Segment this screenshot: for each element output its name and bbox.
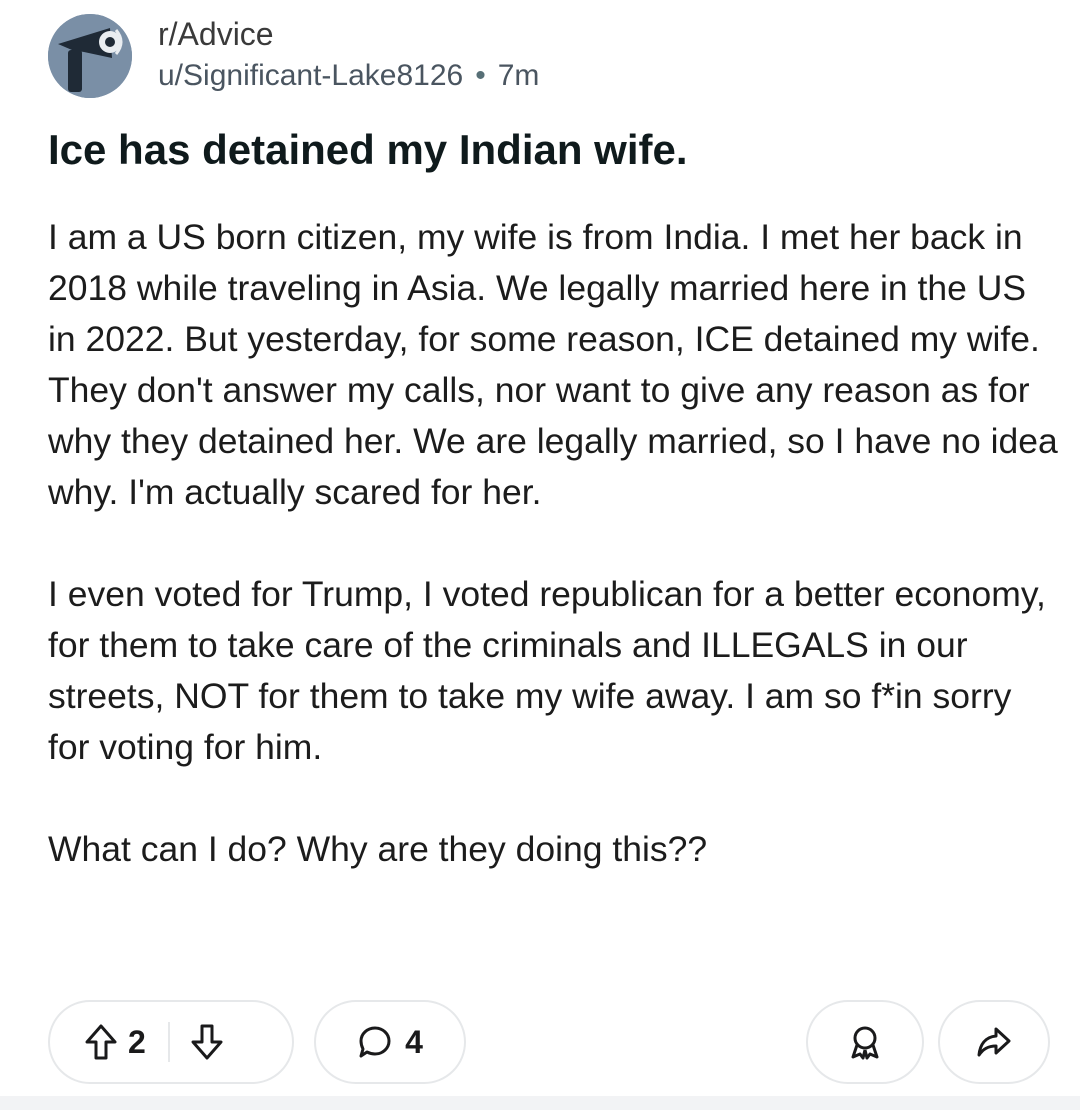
subreddit-avatar[interactable] xyxy=(48,14,132,98)
share-button[interactable] xyxy=(938,1000,1050,1084)
award-button[interactable] xyxy=(806,1000,924,1084)
action-bar: 2 4 xyxy=(0,1000,1080,1090)
comment-count: 4 xyxy=(405,1023,423,1060)
award-icon xyxy=(847,1024,883,1060)
subreddit-name[interactable]: r/Advice xyxy=(158,14,539,54)
bottom-divider xyxy=(0,1096,1080,1110)
post-meta: r/Advice u/Significant-Lake8126 • 7m xyxy=(158,14,539,96)
post-body: I am a US born citizen, my wife is from … xyxy=(48,212,1058,875)
author-name[interactable]: u/Significant-Lake8126 xyxy=(158,59,463,92)
comment-bubble-icon xyxy=(357,1024,393,1060)
post-paragraph: I even voted for Trump, I voted republic… xyxy=(48,574,1046,767)
post-paragraph: What can I do? Why are they doing this?? xyxy=(48,829,708,869)
meta-separator: • xyxy=(475,59,486,92)
post-title[interactable]: Ice has detained my Indian wife. xyxy=(48,118,1048,182)
upvote-count: 2 xyxy=(128,1023,146,1060)
vote-divider xyxy=(167,1022,170,1062)
post-age: 7m xyxy=(497,59,540,92)
comments-button[interactable]: 4 xyxy=(314,1000,466,1084)
author-line: u/Significant-Lake8126 • 7m xyxy=(158,56,539,96)
post-paragraph: I am a US born citizen, my wife is from … xyxy=(48,217,1058,512)
vote-control: 2 xyxy=(48,1000,294,1084)
post-header: r/Advice u/Significant-Lake8126 • 7m xyxy=(48,8,1048,104)
upvote-arrow-icon[interactable] xyxy=(84,1023,118,1061)
share-arrow-icon xyxy=(976,1025,1012,1059)
megaphone-avatar-icon xyxy=(48,14,132,98)
downvote-arrow-icon[interactable] xyxy=(190,1023,224,1061)
